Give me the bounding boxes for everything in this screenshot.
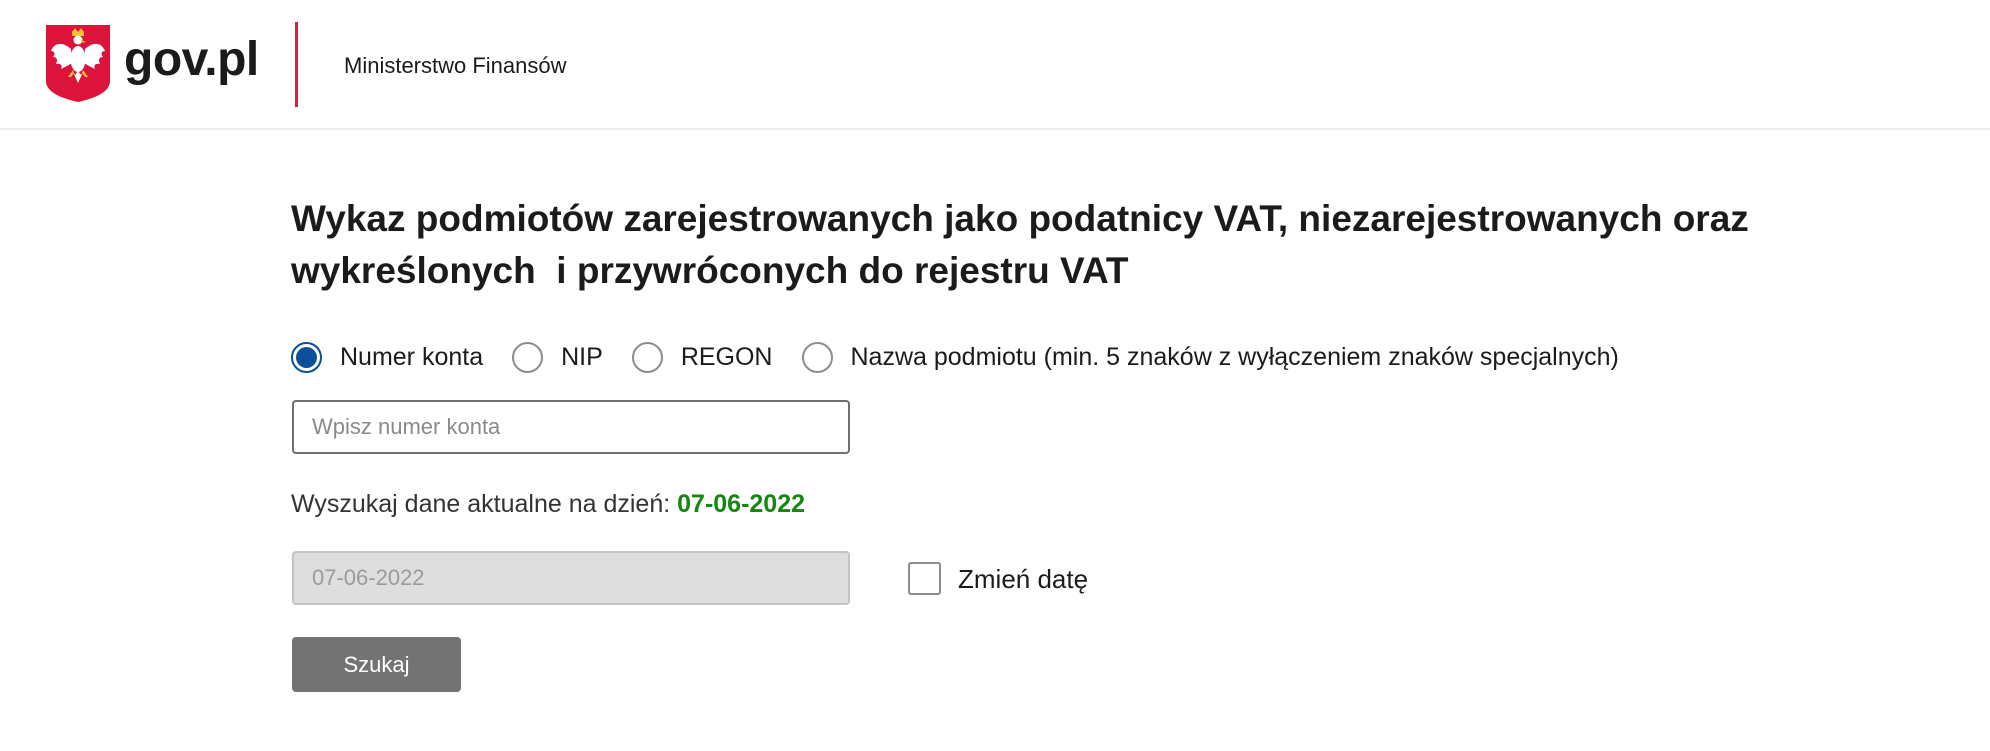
date-field[interactable]	[292, 551, 850, 605]
polish-eagle-emblem-icon[interactable]	[44, 23, 112, 103]
radio-option-nip[interactable]: NIP	[512, 341, 603, 373]
radio-label: Nazwa podmiotu (min. 5 znaków z wyłączen…	[850, 343, 1619, 371]
radio-button[interactable]	[512, 341, 544, 373]
search-date-value: 07-06-2022	[677, 490, 806, 518]
page-title-line-1: Wykaz podmiotów zarejestrowanych jako po…	[291, 198, 1749, 239]
change-date-checkbox[interactable]	[908, 562, 941, 595]
ministry-name[interactable]: Ministerstwo Finansów	[344, 53, 567, 79]
radio-label: Numer konta	[340, 343, 484, 371]
search-date-info: Wyszukaj dane aktualne na dzień: 07-06-2…	[291, 488, 805, 520]
change-date-label: Zmień datę	[958, 563, 1089, 594]
page-header: gov.pl Ministerstwo Finansów	[0, 0, 1990, 130]
search-button[interactable]: Szukaj	[292, 637, 461, 692]
search-date-label: Wyszukaj dane aktualne na dzień:	[291, 490, 671, 518]
radio-option-regon[interactable]: REGON	[631, 341, 773, 373]
radio-option-nazwa-podmiotu[interactable]: Nazwa podmiotu (min. 5 znaków z wyłączen…	[801, 341, 1619, 373]
gov-pl-logo-text[interactable]: gov.pl	[124, 30, 259, 90]
account-number-input[interactable]	[292, 400, 850, 454]
radio-label: REGON	[680, 343, 773, 371]
page-title-line-2: wykreślonych i przywróconych do rejestru…	[291, 250, 1129, 291]
radio-button-selected[interactable]	[291, 341, 322, 373]
radio-option-numer-konta[interactable]: Numer konta	[291, 341, 484, 373]
change-date-checkbox-option[interactable]: Zmień datę	[908, 562, 1088, 595]
radio-button[interactable]	[631, 341, 663, 373]
search-type-radio-group: Numer konta NIP REGON Nazwa podmiotu (mi…	[291, 339, 1648, 375]
page-title: Wykaz podmiotów zarejestrowanych jako po…	[291, 193, 1891, 297]
radio-button[interactable]	[801, 341, 833, 373]
radio-label: NIP	[561, 343, 603, 371]
header-divider	[295, 22, 298, 107]
